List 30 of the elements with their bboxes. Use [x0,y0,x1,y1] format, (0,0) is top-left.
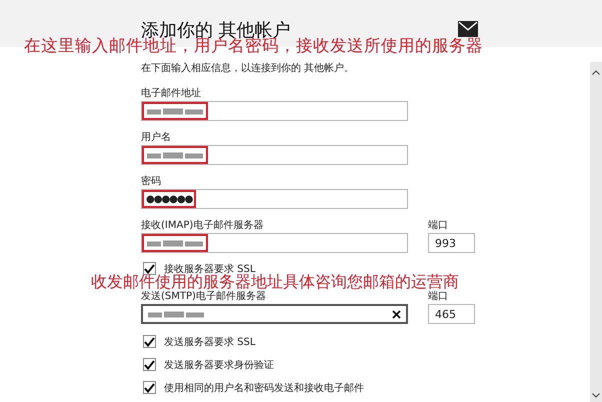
checkbox-label: 接收服务器要求 SSL [164,262,256,274]
mail-icon [458,21,478,37]
field-label: 电子邮件地址 [141,87,202,101]
checkbox-label: 使用相同的用户名和密码发送和接收电子邮件 [164,382,364,394]
field-label: 发送(SMTP)电子邮件服务器 [141,290,267,304]
field-label: 端口 [428,219,449,233]
clear-icon[interactable] [392,310,401,319]
password-dots: ●●●●●● [143,191,196,207]
scroll-down-icon[interactable] [592,393,600,398]
checkbox[interactable] [143,381,156,394]
scroll-up-icon[interactable] [592,70,600,75]
checkbox-label: 发送服务器要求身份验证 [164,358,274,372]
field-label: 密码 [141,175,162,189]
scrollbar[interactable] [590,62,602,402]
field-label: 接收(IMAP)电子邮件服务器 [141,219,264,233]
checkbox[interactable] [143,335,156,348]
checkbox[interactable] [143,262,156,275]
input-field[interactable] [141,233,408,253]
checkbox[interactable] [143,358,156,371]
input-field[interactable] [141,145,408,165]
input-field[interactable] [141,304,408,324]
field-label: 用户名 [141,131,172,145]
annotation-text: 收发邮件使用的服务器地址具体咨询您邮箱的运营商 [91,273,459,290]
input-field[interactable]: ●●●●●● [141,189,408,209]
field-label: 端口 [428,290,449,304]
input-field[interactable] [141,101,408,121]
checkbox-label: 发送服务器要求 SSL [164,336,256,348]
port-field[interactable]: 993 [428,233,475,253]
instruction-text: 在下面输入相应信息，以连接到你的 其他帐户。 [141,62,356,76]
port-field[interactable]: 465 [428,304,475,324]
